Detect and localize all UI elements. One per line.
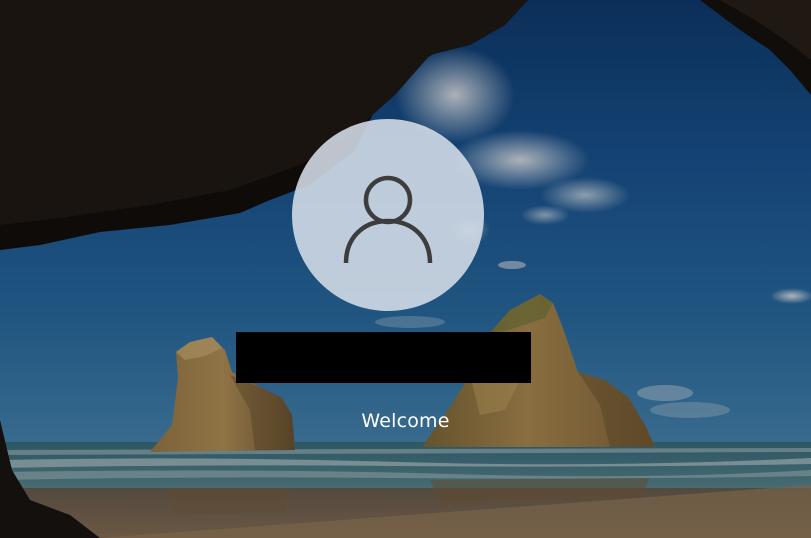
user-silhouette-icon <box>343 175 433 263</box>
lock-screen: Welcome <box>0 0 811 538</box>
username-redacted <box>236 332 531 383</box>
welcome-text: Welcome <box>361 410 450 432</box>
user-avatar <box>292 119 484 311</box>
